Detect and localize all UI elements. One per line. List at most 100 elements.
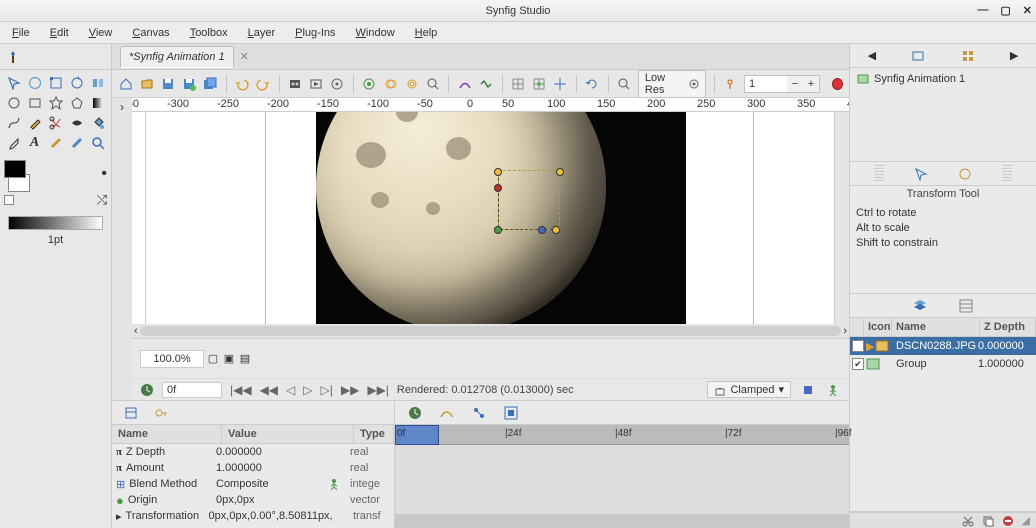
canvas-list[interactable]: Synfig Animation 1 (850, 68, 1036, 161)
record-indicator-icon[interactable] (832, 78, 843, 90)
skeleton-icon[interactable] (723, 75, 738, 92)
document-tab[interactable]: *Synfig Animation 1 (120, 46, 234, 68)
menu-view[interactable]: View (81, 25, 121, 41)
rectangle-tool[interactable] (25, 94, 44, 112)
menu-layer[interactable]: Layer (240, 25, 284, 41)
param-row[interactable]: πAmount1.000000real (112, 460, 394, 476)
handle-tl[interactable] (494, 168, 502, 176)
scroll-left-icon[interactable]: ‹ (134, 325, 138, 337)
menu-canvas[interactable]: Canvas (124, 25, 177, 41)
brush2-tool[interactable] (67, 134, 86, 152)
layer-visible-check[interactable]: ✔ (852, 340, 864, 352)
zoom-fit-icon[interactable]: ▢ (206, 352, 220, 366)
zoom-level[interactable]: 100.0% (140, 350, 204, 368)
gradient-swatch[interactable] (8, 216, 103, 230)
handle-red[interactable] (494, 184, 502, 192)
prev-keyframe-icon[interactable]: ◀◀ (260, 383, 278, 397)
guides-icon[interactable] (553, 75, 568, 92)
meta-tab-icon[interactable] (503, 405, 519, 421)
search-icon[interactable] (425, 75, 440, 92)
param-row[interactable]: ⊞Blend MethodCompositeintege (112, 476, 394, 492)
clamp-dropdown[interactable]: Clamped ▾ (707, 381, 791, 398)
param-row[interactable]: ●Origin0px,0pxvector (112, 492, 394, 508)
sketch-tool[interactable] (46, 134, 65, 152)
keyframe-blue-icon[interactable] (799, 381, 816, 398)
layers-tab-icon[interactable] (912, 298, 928, 314)
menu-toolbox[interactable]: Toolbox (182, 25, 236, 41)
canvas-browser-icon[interactable] (911, 49, 925, 63)
preview-icon[interactable] (309, 75, 324, 92)
panel-grip[interactable] (874, 165, 884, 183)
saveas-icon[interactable] (181, 75, 196, 92)
timetrack-tab-icon[interactable] (407, 405, 423, 421)
home-icon[interactable] (118, 75, 133, 92)
reset-colors-icon[interactable] (4, 195, 14, 205)
transform-tool[interactable] (4, 74, 23, 92)
spline-tool[interactable] (4, 114, 23, 132)
timeline-ruler[interactable]: 0f|24f|48f|72f|96f (395, 425, 849, 445)
minimize-button[interactable]: — (977, 4, 988, 17)
polygon-tool[interactable] (67, 94, 86, 112)
panel-grip-r[interactable] (1002, 165, 1012, 183)
spin-up[interactable]: + (803, 76, 819, 92)
goto-start-icon[interactable]: |◀◀ (230, 383, 252, 397)
canvas-browser-right-icon[interactable]: ▶ (1010, 49, 1018, 62)
tool-opts-icon[interactable] (958, 167, 972, 181)
smooth-move-tool[interactable] (25, 74, 44, 92)
toolbox-tab[interactable] (0, 44, 111, 70)
horizontal-scrollbar[interactable]: ‹ › (132, 324, 849, 338)
onion-frames-input[interactable] (745, 78, 787, 90)
goto-end-icon[interactable]: ▶▶| (367, 383, 389, 397)
cutout-tool[interactable] (46, 114, 65, 132)
navigator-icon[interactable] (961, 49, 975, 63)
current-frame[interactable]: 0f (162, 382, 222, 398)
draw-tool[interactable] (25, 114, 44, 132)
resize-grip-icon[interactable]: ◢ (1022, 514, 1030, 527)
param-row[interactable]: πZ Depth0.000000real (112, 444, 394, 460)
play-back-icon[interactable]: ◁ (286, 383, 295, 397)
history-tab-icon[interactable] (471, 405, 487, 421)
copy-icon[interactable] (982, 515, 994, 527)
scroll-right-icon[interactable]: › (843, 325, 847, 337)
params-tab-icon[interactable] (124, 406, 138, 420)
curves-tab-icon[interactable] (439, 405, 455, 421)
menu-file[interactable]: File (4, 25, 38, 41)
menu-edit[interactable]: Edit (42, 25, 77, 41)
grid-icon[interactable] (510, 75, 525, 92)
close-button[interactable]: ✕ (1023, 4, 1032, 17)
tool-cursor-icon[interactable] (914, 167, 928, 181)
width-tool[interactable] (67, 114, 86, 132)
zoom-100-icon[interactable]: ▣ (222, 352, 236, 366)
scroll-track[interactable] (140, 326, 842, 336)
save-icon[interactable] (160, 75, 175, 92)
timeline[interactable]: 0f|24f|48f|72f|96f (395, 425, 849, 528)
gradient-tool[interactable] (88, 94, 107, 112)
fill-tool[interactable] (88, 114, 107, 132)
library-tab-icon[interactable] (958, 298, 974, 314)
play-icon[interactable]: ▷ (303, 383, 312, 397)
onion-frames-spinner[interactable]: − + (744, 75, 820, 93)
next-keyframe-icon[interactable]: ▶▶ (341, 383, 359, 397)
timeline-scrollbar[interactable] (395, 514, 849, 528)
mirror-tool[interactable] (88, 74, 107, 92)
circle-tool[interactable] (4, 94, 23, 112)
params-body[interactable]: πZ Depth0.000000realπAmount1.000000real⊞… (112, 444, 394, 528)
refresh-icon[interactable] (585, 75, 600, 92)
handle-br[interactable] (552, 226, 560, 234)
animate-mode-icon[interactable] (824, 381, 841, 398)
swap-colors-icon[interactable]: ⤭ (97, 192, 107, 208)
star-tool[interactable] (46, 94, 65, 112)
handle-origin[interactable] (494, 226, 502, 234)
fg-color-swatch[interactable] (4, 160, 26, 178)
zoom-in-icon[interactable]: ▤ (238, 352, 252, 366)
menu-window[interactable]: Window (348, 25, 403, 41)
spline2-icon[interactable] (478, 75, 493, 92)
scale-tool[interactable] (46, 74, 65, 92)
key-tab-icon[interactable] (154, 406, 168, 420)
horizontal-ruler[interactable]: -450-400-350-300-250-200-150-100-5005010… (132, 98, 849, 112)
lowres-dropdown[interactable]: Low Res (638, 70, 706, 98)
onion2-icon[interactable] (404, 75, 419, 92)
saveall-icon[interactable] (203, 75, 218, 92)
onion-icon[interactable] (383, 75, 398, 92)
menu-help[interactable]: Help (407, 25, 446, 41)
